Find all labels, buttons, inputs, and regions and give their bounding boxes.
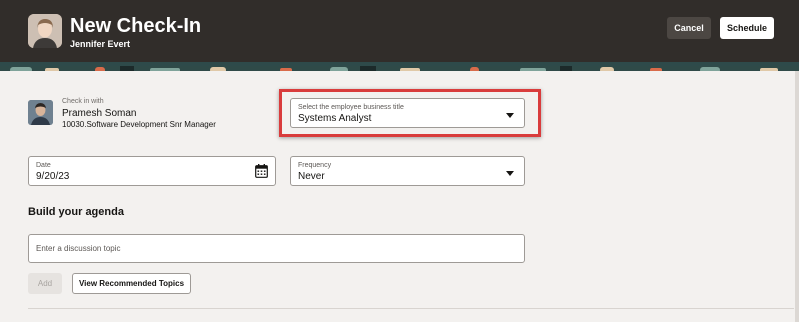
checkin-name: Pramesh Soman xyxy=(62,108,137,119)
agenda-title: Build your agenda xyxy=(28,206,124,218)
page-title: New Check-In xyxy=(70,15,202,37)
highlight-box xyxy=(279,89,541,137)
date-label: Date xyxy=(36,162,51,169)
frequency-label: Frequency xyxy=(298,162,332,169)
frequency-select[interactable]: Frequency Never xyxy=(290,156,525,186)
page-edge xyxy=(795,71,799,322)
checkin-avatar xyxy=(28,100,53,125)
date-value: 9/20/23 xyxy=(36,171,70,182)
decorative-banner xyxy=(0,62,799,71)
schedule-button[interactable]: Schedule xyxy=(720,17,774,39)
frequency-value: Never xyxy=(298,171,325,182)
chevron-down-icon xyxy=(506,171,514,176)
divider xyxy=(28,308,794,309)
calendar-icon[interactable] xyxy=(255,164,268,183)
avatar xyxy=(28,14,62,48)
date-field[interactable]: Date 9/20/23 xyxy=(28,156,276,186)
checkin-role: 10030.Software Development Snr Manager xyxy=(62,120,216,129)
checkin-label: Check in with xyxy=(62,98,104,105)
page-header: New Check-In Jennifer Evert Cancel Sched… xyxy=(0,0,799,62)
add-button[interactable]: Add xyxy=(28,273,62,294)
view-recommended-topics-button[interactable]: View Recommended Topics xyxy=(72,273,191,294)
page-subtitle: Jennifer Evert xyxy=(70,39,131,49)
discussion-topic-input[interactable] xyxy=(28,234,525,263)
cancel-button[interactable]: Cancel xyxy=(667,17,711,39)
